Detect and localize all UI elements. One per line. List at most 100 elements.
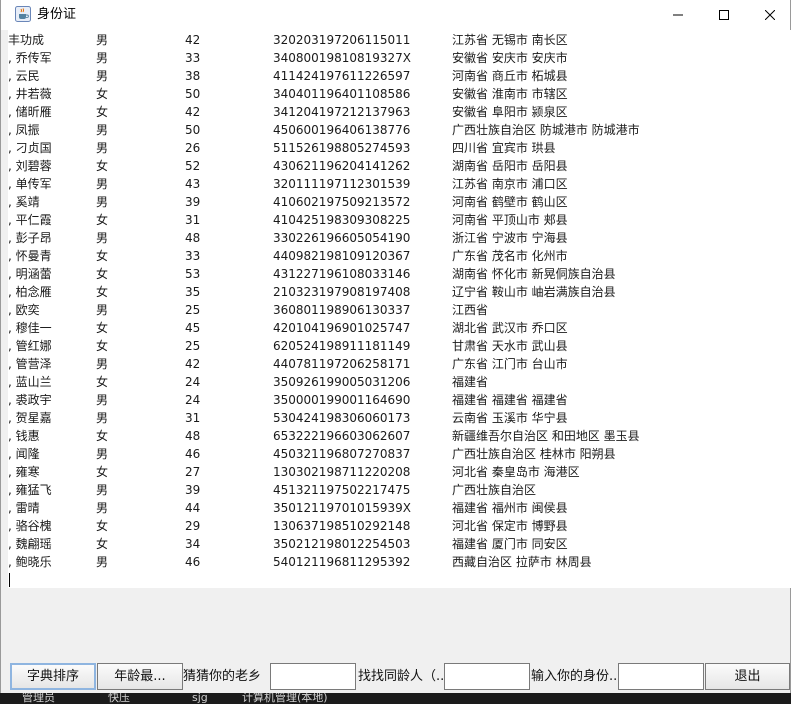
record-age: 48 [185,231,201,245]
record-address: 湖南省 怀化市 新晃侗族自治县 [452,267,616,281]
record-name: , 闻隆 [8,447,40,461]
record-age: 39 [185,483,201,497]
record-sex: 男 [96,123,109,137]
record-id-number: 360801198906130337 [273,303,411,317]
sort-button[interactable]: 字典排序 [10,663,96,690]
record-id-number: 320203197206115011 [273,33,411,47]
record-age: 25 [185,303,201,317]
record-sex: 男 [96,483,109,497]
record-row: 丰功成 男 42 320203197206115011 江苏省 无锡市 南长区 [8,31,791,49]
record-name: , 雍猛飞 [8,483,52,497]
record-address: 四川省 宜宾市 珙县 [452,141,556,155]
close-icon [765,10,775,20]
record-name: , 奚靖 [8,195,40,209]
record-sex: 女 [96,429,109,443]
record-name: , 怀曼青 [8,249,52,263]
record-age: 25 [185,339,201,353]
record-address: 辽宁省 鞍山市 岫岩满族自治县 [452,285,616,299]
record-age: 43 [185,177,201,191]
record-age: 26 [185,141,201,155]
peer-input[interactable] [444,663,530,690]
record-name: , 管营泽 [8,357,52,371]
record-age: 42 [185,105,201,119]
record-address: 河南省 平顶山市 郏县 [452,213,568,227]
record-row: , 闻隆 男 46 450321196807270837 广西壮族自治区 桂林市 阳朔县 [8,445,791,463]
maximize-icon [719,10,729,20]
record-address: 湖北省 武汉市 乔口区 [452,321,568,335]
record-address: 福建省 厦门市 同安区 [452,537,568,551]
record-id-number: 320111197112301539 [273,177,411,191]
record-name: , 井若薇 [8,87,52,101]
peer-label: 找找同龄人（... [358,669,444,684]
record-name: , 蓝山兰 [8,375,52,389]
record-name: , 刘碧蓉 [8,159,52,173]
record-age: 31 [185,213,201,227]
record-address: 新疆维吾尔自治区 和田地区 墨玉县 [452,429,640,443]
record-row: , 穆佳一 女 45 420104196901025747 湖北省 武汉市 乔口区 [8,319,791,337]
record-id-number: 410602197509213572 [273,195,411,209]
record-text-area[interactable]: 丰功成男 42 320203197206115011 江苏省 无锡市 南长区, 乔传军… [8,30,791,588]
record-id-number: 430621196204141262 [273,159,411,173]
hometown-label: 猜猜你的老乡 [183,669,262,684]
record-sex: 男 [96,555,109,569]
record-age: 48 [185,429,201,443]
record-id-number: 130637198510292148 [273,519,411,533]
record-name: , 贺星嘉 [8,411,52,425]
record-sex: 女 [96,465,109,479]
title-bar[interactable]: 身份证 [1,0,790,30]
record-address: 河南省 鹤壁市 鹤山区 [452,195,568,209]
record-row: , 欧奕 男 25 360801198906130337 江西省 [8,301,791,319]
record-address: 广西壮族自治区 桂林市 阳朔县 [452,447,616,461]
maximize-button[interactable] [701,0,747,30]
record-id-number: 420104196901025747 [273,321,411,335]
record-sex: 男 [96,411,109,425]
record-sex: 女 [96,249,109,263]
record-age: 27 [185,465,201,479]
record-row: , 管营泽 男 42 440781197206258171 广东省 江门市 台山市 [8,355,791,373]
record-id-number: 350000199001164690 [273,393,411,407]
minimize-button[interactable] [655,0,701,30]
exit-button[interactable]: 退出 [705,663,790,690]
close-button[interactable] [747,0,791,30]
record-age: 42 [185,357,201,371]
record-age: 39 [185,195,201,209]
record-id-number: 341204197212137963 [273,105,411,119]
age-button[interactable]: 年龄最... [97,663,183,690]
record-age: 46 [185,555,201,569]
record-sex: 女 [96,87,109,101]
app-window: 身份证 丰功成男 42 320203197206115011 江苏省 无锡市 南长区,… [0,0,791,693]
record-address: 甘肃省 天水市 武山县 [452,339,568,353]
record-row: , 蓝山兰 女 24 350926199005031206 福建省 [8,373,791,391]
record-row: , 骆谷槐 女 29 130637198510292148 河北省 保定市 博野县 [8,517,791,535]
record-name: 丰功成 [8,33,45,47]
record-age: 50 [185,123,201,137]
record-age: 33 [185,249,201,263]
record-row: , 雍寒 女 27 130302198711220208 河北省 秦皇岛市 海港区 [8,463,791,481]
record-sex: 男 [96,393,109,407]
record-row: , 明涵蕾 女 53 431227196108033146 湖南省 怀化市 新晃侗族自治… [8,265,791,283]
record-id-number: 431227196108033146 [273,267,411,281]
record-row: , 储昕雁 女 42 341204197212137963 安徽省 阜阳市 颍泉区 [8,103,791,121]
record-sex: 男 [96,177,109,191]
record-age: 34 [185,537,201,551]
record-id-number: 511526198805274593 [273,141,411,155]
record-row: , 柏念雁 女 35 210323197908197408 辽宁省 鞍山市 岫岩满族自治… [8,283,791,301]
idcard-input[interactable] [618,663,704,690]
record-address: 江苏省 无锡市 南长区 [452,33,568,47]
record-sex: 男 [96,51,109,65]
record-id-number: 530424198306060173 [273,411,411,425]
record-row: , 乔传军 男 33 34080019810819327X 安徽省 安庆市 安庆市 [8,49,791,67]
java-cup-icon [15,6,31,22]
record-age: 31 [185,411,201,425]
hometown-input[interactable] [270,663,356,690]
record-address: 广西壮族自治区 [452,483,537,497]
record-address: 安徽省 安庆市 安庆市 [452,51,568,65]
record-age: 44 [185,501,201,515]
record-name: , 穆佳一 [8,321,52,335]
record-sex: 男 [96,33,109,47]
record-age: 46 [185,447,201,461]
record-address: 福建省 福州市 闽侯县 [452,501,568,515]
record-age: 33 [185,51,201,65]
record-age: 53 [185,267,201,281]
record-name: , 钱惠 [8,429,40,443]
